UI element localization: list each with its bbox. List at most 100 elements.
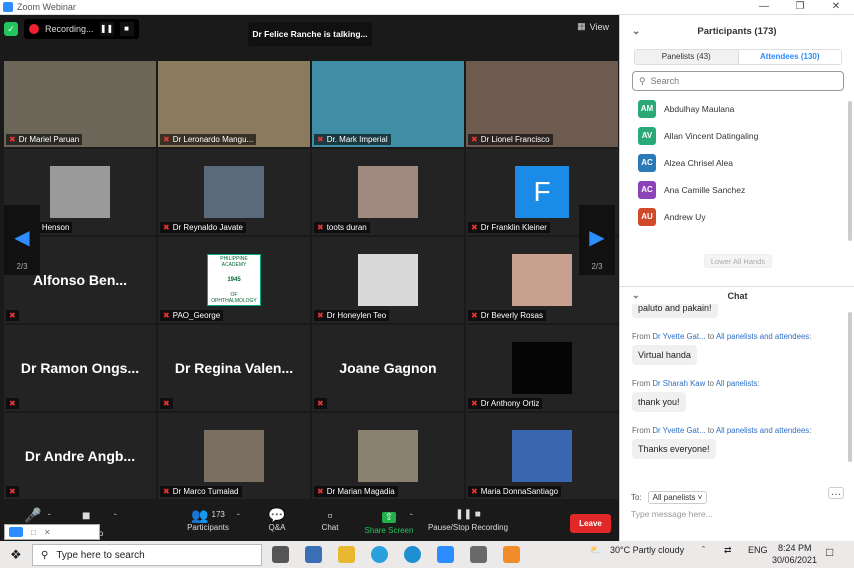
recipient-dropdown[interactable]: All panelists ˅ bbox=[647, 491, 708, 504]
telegram-icon[interactable] bbox=[371, 546, 388, 563]
participants-tabs: Panelists (43) Attendees (130) bbox=[634, 49, 842, 65]
zoom-taskbar-icon[interactable] bbox=[437, 546, 454, 563]
video-area: ✓ Recording... ❚❚ ■ Dr Felice Ranche is … bbox=[0, 15, 619, 501]
camera-icon: ■ bbox=[82, 507, 91, 523]
muted-mic-icon: ✖ bbox=[9, 487, 16, 496]
chat-more-button[interactable]: … bbox=[828, 487, 844, 499]
close-icon[interactable]: ✕ bbox=[44, 528, 51, 537]
chat-recipient: To: All panelists ˅ bbox=[631, 491, 708, 504]
video-tile[interactable]: ✖ Maria DonnaSantiago bbox=[466, 413, 618, 499]
video-button[interactable]: ■ deo bbox=[82, 507, 103, 538]
attendee-list-item[interactable]: AC Ana Camille Sanchez bbox=[620, 176, 854, 203]
muted-mic-icon: ✖ bbox=[317, 399, 324, 408]
video-tile[interactable]: ✖ Dr Honeylen Teo bbox=[312, 237, 464, 323]
video-tile[interactable]: Dr Andre Angb... ✖ bbox=[4, 413, 156, 499]
chat-input[interactable]: Type message here... bbox=[631, 509, 713, 519]
pause-stop-recording-button[interactable]: ❚❚ ■ Pause/Stop Recording bbox=[426, 507, 510, 532]
video-tile[interactable]: Joane Gagnon ✖ bbox=[312, 325, 464, 411]
video-tile[interactable]: Dr Ramon Ongs... ✖ bbox=[4, 325, 156, 411]
chat-scrollbar[interactable] bbox=[848, 312, 852, 462]
chevron-down-icon[interactable]: ⌄ bbox=[632, 290, 640, 301]
share-screen-button[interactable]: ⇧ Share Screen bbox=[363, 507, 415, 535]
chat-button[interactable]: ▫ Chat bbox=[318, 507, 342, 532]
tab-panelists[interactable]: Panelists (43) bbox=[635, 50, 738, 64]
close-button[interactable]: ✕ bbox=[818, 0, 854, 15]
file-explorer-icon[interactable] bbox=[338, 546, 355, 563]
chat-recipient-name[interactable]: All panelists bbox=[716, 379, 758, 388]
snip-tool-icon[interactable] bbox=[503, 546, 520, 563]
participant-name-label: ✖ bbox=[6, 310, 19, 321]
view-button[interactable]: ▦ View bbox=[577, 21, 609, 32]
prev-page-button[interactable]: ◀ 2/3 bbox=[4, 205, 40, 275]
chat-meta-text: : bbox=[809, 426, 812, 435]
chat-sender[interactable]: Dr Yvette Gat... bbox=[652, 332, 705, 341]
video-tile[interactable]: ✖ Dr Marian Magadia bbox=[312, 413, 464, 499]
chat-sender[interactable]: Dr Sharah Kaw bbox=[652, 379, 705, 388]
avatar: AC bbox=[638, 153, 656, 172]
pause-recording-icon[interactable]: ❚❚ bbox=[99, 22, 114, 36]
participant-photo bbox=[512, 254, 572, 306]
stop-recording-icon[interactable]: ■ bbox=[119, 22, 134, 36]
video-tile[interactable]: ✖ Dr Reynaldo Javate bbox=[158, 149, 310, 235]
leave-button[interactable]: Leave bbox=[570, 514, 611, 533]
video-tile[interactable]: ✖ Dr Lionel Francisco bbox=[466, 61, 618, 147]
clock-date[interactable]: 30/06/2021 bbox=[772, 555, 817, 565]
video-tile[interactable]: PHILIPPINE ACADEMY 1945 OF OPHTHALMOLOGY ✖ P… bbox=[158, 237, 310, 323]
attendee-list-item[interactable]: AV Allan Vincent Datingaling bbox=[620, 122, 854, 149]
qa-button[interactable]: 💬 Q&A bbox=[266, 507, 288, 532]
video-tile[interactable]: ✖ Dr. Mark Imperial bbox=[312, 61, 464, 147]
participant-display-name: Dr Regina Valen... bbox=[174, 360, 294, 376]
chat-header: ⌄ Chat bbox=[620, 286, 854, 304]
tray-chevron-up-icon[interactable]: ˆ bbox=[702, 545, 705, 555]
next-page-button[interactable]: ▶ 2/3 bbox=[579, 205, 615, 275]
participants-button[interactable]: 👥 173 Participants bbox=[184, 507, 232, 532]
attendee-list-item[interactable]: AM Abdulhay Maulana bbox=[620, 95, 854, 122]
participants-options-caret[interactable]: ˆ bbox=[237, 513, 240, 522]
calculator-icon[interactable] bbox=[470, 546, 487, 563]
clock-time[interactable]: 8:24 PM bbox=[778, 543, 812, 553]
chat-recipient-name[interactable]: All panelists and attendees bbox=[716, 332, 809, 341]
chat-sender[interactable]: Dr Yvette Gat... bbox=[652, 426, 705, 435]
attendee-list-item[interactable]: AC Alzea Chrisel Alea bbox=[620, 149, 854, 176]
windows-start-icon[interactable]: ❖ bbox=[10, 547, 22, 563]
participant-display-name: Joane Gagnon bbox=[339, 360, 437, 376]
video-tile[interactable]: ✖ Dr Leronardo Mangu... bbox=[158, 61, 310, 147]
page-indicator-left: 2/3 bbox=[16, 262, 28, 271]
logo-text: OF OPHTHALMOLOGY bbox=[211, 292, 257, 304]
video-tile[interactable]: ✖ Dr Marco Tumalad bbox=[158, 413, 310, 499]
restore-icon[interactable]: □ bbox=[31, 528, 36, 537]
video-tile[interactable]: ✖ toots duran bbox=[312, 149, 464, 235]
qa-icon: 💬 bbox=[268, 507, 286, 523]
muted-mic-icon: ✖ bbox=[163, 399, 170, 408]
floating-zoom-window[interactable]: □ ✕ bbox=[4, 524, 100, 540]
chat-meta-text: : bbox=[809, 332, 812, 341]
chat-message-bubble: Thanks everyone! bbox=[632, 439, 716, 459]
restore-button[interactable]: ❐ bbox=[782, 0, 818, 15]
network-icon[interactable]: ⇄ bbox=[724, 545, 732, 556]
weather-text[interactable]: 30°C Partly cloudy bbox=[610, 545, 684, 555]
share-options-caret[interactable]: ˆ bbox=[410, 513, 413, 522]
video-tile[interactable]: ✖ Dr Mariel Paruan bbox=[4, 61, 156, 147]
video-tile[interactable]: ✖ Dr Anthony Ortiz bbox=[466, 325, 618, 411]
video-tile[interactable]: Dr Regina Valen... ✖ bbox=[158, 325, 310, 411]
participants-scrollbar[interactable] bbox=[848, 101, 852, 241]
lower-all-hands-button[interactable]: Lower All Hands bbox=[704, 254, 772, 268]
edge-icon[interactable] bbox=[404, 546, 421, 563]
attendee-name: Abdulhay Maulana bbox=[664, 103, 735, 114]
participant-search-input[interactable]: ⚲ Search bbox=[632, 71, 844, 91]
tab-attendees[interactable]: Attendees (130) bbox=[737, 50, 841, 64]
minimize-button[interactable]: — bbox=[746, 0, 782, 15]
attendee-list-item[interactable]: AU Andrew Uy bbox=[620, 203, 854, 230]
mute-button[interactable]: 🎤 bbox=[24, 507, 41, 523]
video-options-caret[interactable]: ˆ bbox=[114, 513, 117, 522]
notifications-icon[interactable]: □ bbox=[826, 545, 833, 559]
chevron-down-icon[interactable]: ⌄ bbox=[632, 26, 640, 37]
taskbar-search-input[interactable]: ⚲ Type here to search bbox=[32, 544, 262, 566]
language-indicator[interactable]: ENG bbox=[748, 545, 768, 555]
network-app-icon[interactable] bbox=[305, 546, 322, 563]
camera-app-icon[interactable] bbox=[272, 546, 289, 563]
audio-options-caret[interactable]: ˆ bbox=[48, 513, 51, 522]
shield-icon[interactable]: ✓ bbox=[4, 22, 18, 36]
recipient-value: All panelists bbox=[652, 493, 696, 502]
chat-recipient-name[interactable]: All panelists and attendees bbox=[716, 426, 809, 435]
